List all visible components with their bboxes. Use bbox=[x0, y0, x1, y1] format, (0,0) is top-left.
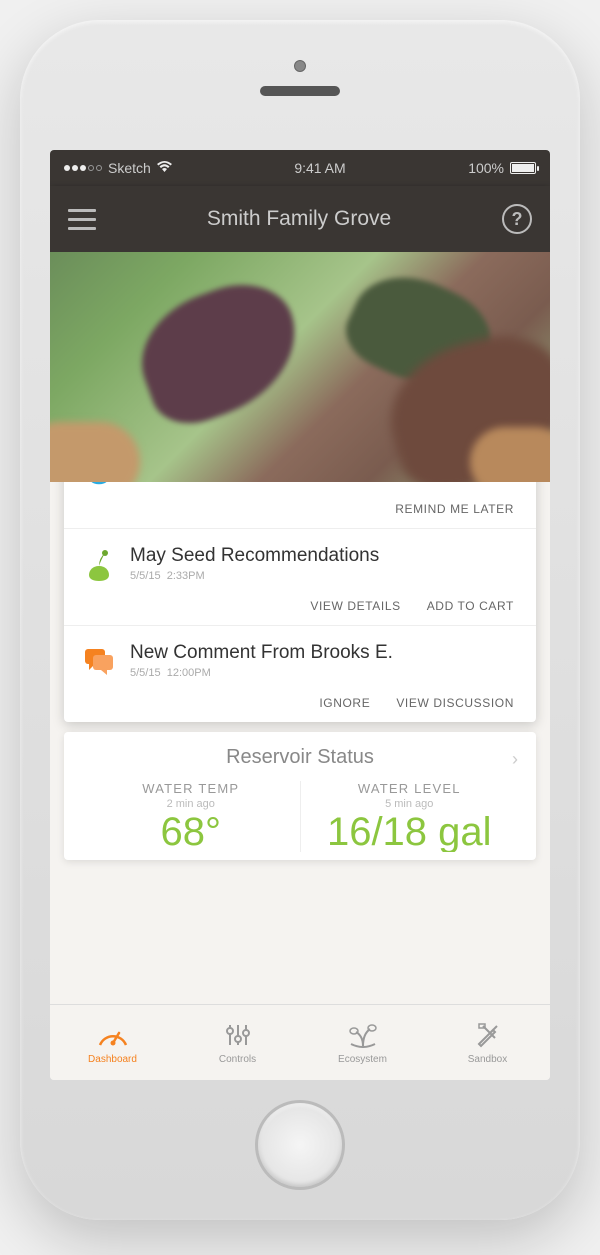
notification-title: New Comment From Brooks E. bbox=[130, 642, 518, 664]
notification-title: May Seed Recommendations bbox=[130, 545, 518, 567]
battery-icon bbox=[510, 162, 536, 174]
view-discussion-button[interactable]: VIEW DISCUSSION bbox=[396, 696, 514, 710]
tools-icon bbox=[475, 1020, 501, 1050]
status-bar: Sketch 9:41 AM 100% bbox=[50, 150, 550, 186]
notification-item-seed[interactable]: May Seed Recommendations 5/5/15 2:33PM V… bbox=[64, 529, 536, 626]
status-right: 100% bbox=[468, 160, 536, 176]
content-area: Add 2 Gallons to Your Grove 5/5/15 3:45P… bbox=[50, 252, 550, 1080]
tab-ecosystem[interactable]: Ecosystem bbox=[300, 1005, 425, 1080]
camera-icon bbox=[294, 60, 306, 72]
hero-image bbox=[50, 252, 550, 482]
menu-icon[interactable] bbox=[68, 209, 96, 230]
battery-percent: 100% bbox=[468, 160, 504, 176]
stat-value: 68° bbox=[88, 812, 294, 852]
tab-label: Controls bbox=[219, 1054, 256, 1065]
phone-frame: Sketch 9:41 AM 100% Smith Family Grove ? bbox=[20, 20, 580, 1220]
notification-item-comment[interactable]: New Comment From Brooks E. 5/5/15 12:00P… bbox=[64, 626, 536, 722]
stat-value: 16/18 gal bbox=[307, 812, 513, 852]
plant-icon bbox=[348, 1020, 378, 1050]
carrier-label: Sketch bbox=[108, 160, 151, 176]
chevron-right-icon: › bbox=[512, 749, 518, 770]
stat-label: WATER LEVEL bbox=[307, 781, 513, 796]
water-temp-stat: WATER TEMP 2 min ago 68° bbox=[82, 781, 301, 852]
help-icon[interactable]: ? bbox=[502, 204, 532, 234]
add-to-cart-button[interactable]: ADD TO CART bbox=[427, 599, 514, 613]
tab-label: Sandbox bbox=[468, 1054, 507, 1065]
screen: Sketch 9:41 AM 100% Smith Family Grove ? bbox=[50, 150, 550, 1080]
comment-icon bbox=[82, 642, 116, 682]
stat-time: 2 min ago bbox=[88, 798, 294, 810]
view-details-button[interactable]: VIEW DETAILS bbox=[310, 599, 400, 613]
ignore-button[interactable]: IGNORE bbox=[319, 696, 370, 710]
reservoir-card[interactable]: Reservoir Status › WATER TEMP 2 min ago … bbox=[64, 732, 536, 860]
stat-time: 5 min ago bbox=[307, 798, 513, 810]
gauge-icon bbox=[96, 1020, 130, 1050]
sliders-icon bbox=[225, 1020, 251, 1050]
stat-label: WATER TEMP bbox=[88, 781, 294, 796]
seed-icon bbox=[82, 545, 116, 585]
status-left: Sketch bbox=[64, 160, 172, 176]
status-time: 9:41 AM bbox=[294, 160, 345, 176]
speaker-icon bbox=[260, 86, 340, 96]
tab-controls[interactable]: Controls bbox=[175, 1005, 300, 1080]
tab-sandbox[interactable]: Sandbox bbox=[425, 1005, 550, 1080]
app-header: Smith Family Grove ? bbox=[50, 186, 550, 252]
remind-later-button[interactable]: REMIND ME LATER bbox=[395, 502, 514, 516]
tab-bar: Dashboard Controls Ecosystem bbox=[50, 1004, 550, 1080]
notification-meta: 5/5/15 12:00PM bbox=[130, 667, 518, 679]
tab-label: Ecosystem bbox=[338, 1054, 387, 1065]
scroll-region[interactable]: Add 2 Gallons to Your Grove 5/5/15 3:45P… bbox=[50, 252, 550, 1004]
phone-hardware-top bbox=[200, 60, 400, 120]
home-button[interactable] bbox=[255, 1100, 345, 1190]
reservoir-title: Reservoir Status › bbox=[82, 746, 518, 769]
wifi-icon bbox=[157, 160, 172, 176]
water-level-stat: WATER LEVEL 5 min ago 16/18 gal bbox=[301, 781, 519, 852]
signal-dots-icon bbox=[64, 165, 102, 171]
notification-meta: 5/5/15 2:33PM bbox=[130, 570, 518, 582]
tab-label: Dashboard bbox=[88, 1054, 137, 1065]
app-title: Smith Family Grove bbox=[207, 207, 391, 231]
tab-dashboard[interactable]: Dashboard bbox=[50, 1005, 175, 1080]
